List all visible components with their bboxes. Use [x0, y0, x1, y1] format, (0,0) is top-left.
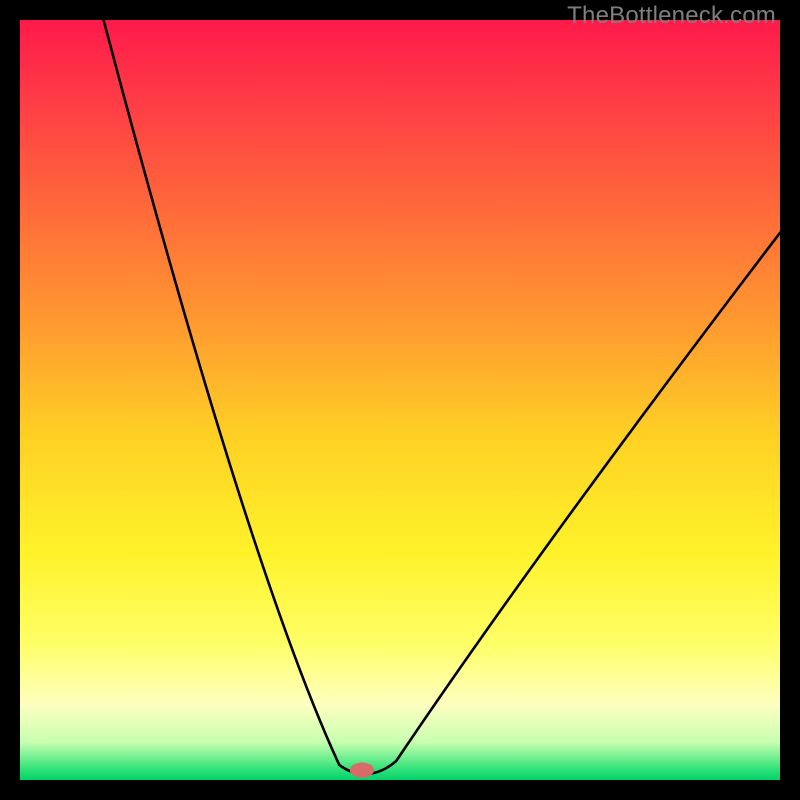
- watermark-text: TheBottleneck.com: [567, 2, 776, 30]
- optimal-point-marker: [350, 763, 374, 778]
- chart-frame: [20, 20, 780, 780]
- bottleneck-chart: [20, 20, 780, 780]
